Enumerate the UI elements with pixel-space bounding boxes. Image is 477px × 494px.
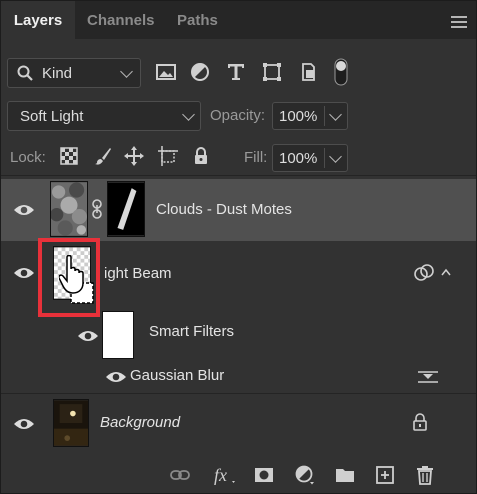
smart-filters-icon	[414, 264, 434, 281]
fill-value: 100%	[279, 150, 318, 167]
filter-mask-thumbnail[interactable]	[102, 311, 134, 359]
smart-object-filter-icon[interactable]	[297, 61, 319, 83]
chevron-down-icon[interactable]	[329, 108, 342, 121]
blending-options-icon[interactable]	[417, 369, 439, 385]
filter-name[interactable]: Gaussian Blur	[130, 367, 224, 384]
layers-panel: Layers Channels Paths Kind Soft Light Op…	[0, 0, 477, 494]
chevron-down-icon[interactable]	[329, 150, 342, 163]
opacity-label: Opacity:	[210, 107, 266, 124]
chevron-down-icon	[120, 65, 133, 78]
eye-icon[interactable]	[105, 370, 127, 384]
fill-field[interactable]: 100%	[272, 144, 348, 172]
filter-kind-label: Kind	[42, 65, 73, 82]
layer-mask-thumbnail[interactable]	[107, 181, 145, 237]
lock-position-icon[interactable]	[124, 146, 144, 166]
tab-bar: Layers Channels Paths	[1, 1, 476, 39]
blend-mode-dropdown[interactable]: Soft Light	[7, 101, 201, 131]
collapse-arrow-icon[interactable]	[441, 268, 451, 276]
fx-icon[interactable]: fx	[212, 465, 238, 485]
adjustment-filter-icon[interactable]	[189, 61, 211, 83]
link-layers-icon[interactable]	[170, 465, 190, 485]
lock-all-icon[interactable]	[191, 146, 211, 166]
eye-icon[interactable]	[77, 329, 99, 343]
panel-menu-icon[interactable]	[451, 16, 467, 28]
eye-icon[interactable]	[13, 417, 35, 431]
search-icon	[17, 65, 33, 81]
trash-icon[interactable]	[415, 465, 435, 485]
divider	[1, 175, 476, 176]
image-filter-icon[interactable]	[155, 61, 177, 83]
layer-name[interactable]: Clouds - Dust Motes	[156, 201, 292, 218]
layer-thumbnail[interactable]	[53, 399, 89, 447]
filter-toggle-icon[interactable]	[334, 58, 348, 86]
lock-icon	[413, 413, 427, 431]
layer-name[interactable]: Background	[100, 414, 180, 431]
add-mask-icon[interactable]	[254, 465, 274, 485]
chevron-down-icon	[182, 108, 195, 121]
group-folder-icon[interactable]	[335, 465, 355, 485]
tab-paths[interactable]: Paths	[175, 1, 220, 39]
opacity-value: 100%	[279, 108, 318, 125]
divider	[324, 148, 325, 168]
smart-filters-label[interactable]: Smart Filters	[149, 323, 234, 340]
layer-row-background[interactable]: Background	[1, 394, 476, 452]
layer-thumbnail[interactable]	[50, 181, 88, 237]
eye-icon[interactable]	[13, 203, 35, 217]
smart-filters-row[interactable]: Smart Filters	[1, 303, 476, 359]
eye-icon[interactable]	[13, 266, 35, 280]
link-icon[interactable]	[91, 199, 103, 219]
divider	[324, 106, 325, 126]
layer-row-clouds[interactable]: Clouds - Dust Motes	[1, 179, 476, 241]
opacity-field[interactable]: 100%	[272, 102, 348, 130]
svg-text:fx: fx	[214, 465, 227, 485]
lock-artboard-icon[interactable]	[158, 146, 178, 166]
panel-footer: fx	[1, 453, 476, 493]
adjustment-layer-icon[interactable]	[295, 465, 315, 485]
shape-filter-icon[interactable]	[261, 61, 283, 83]
tab-channels[interactable]: Channels	[85, 1, 157, 39]
filter-row-gaussian-blur[interactable]: Gaussian Blur	[1, 359, 476, 393]
blend-mode-value: Soft Light	[20, 108, 84, 125]
tab-layers[interactable]: Layers	[1, 1, 75, 39]
lock-transparent-pixels-icon[interactable]	[59, 146, 79, 166]
filter-kind-dropdown[interactable]: Kind	[7, 58, 141, 88]
layer-name[interactable]: ight Beam	[104, 265, 172, 282]
new-layer-icon[interactable]	[375, 465, 395, 485]
fill-label: Fill:	[244, 149, 268, 166]
lock-image-pixels-icon[interactable]	[93, 146, 113, 166]
type-filter-icon[interactable]	[225, 61, 247, 83]
lock-label: Lock:	[10, 149, 46, 166]
